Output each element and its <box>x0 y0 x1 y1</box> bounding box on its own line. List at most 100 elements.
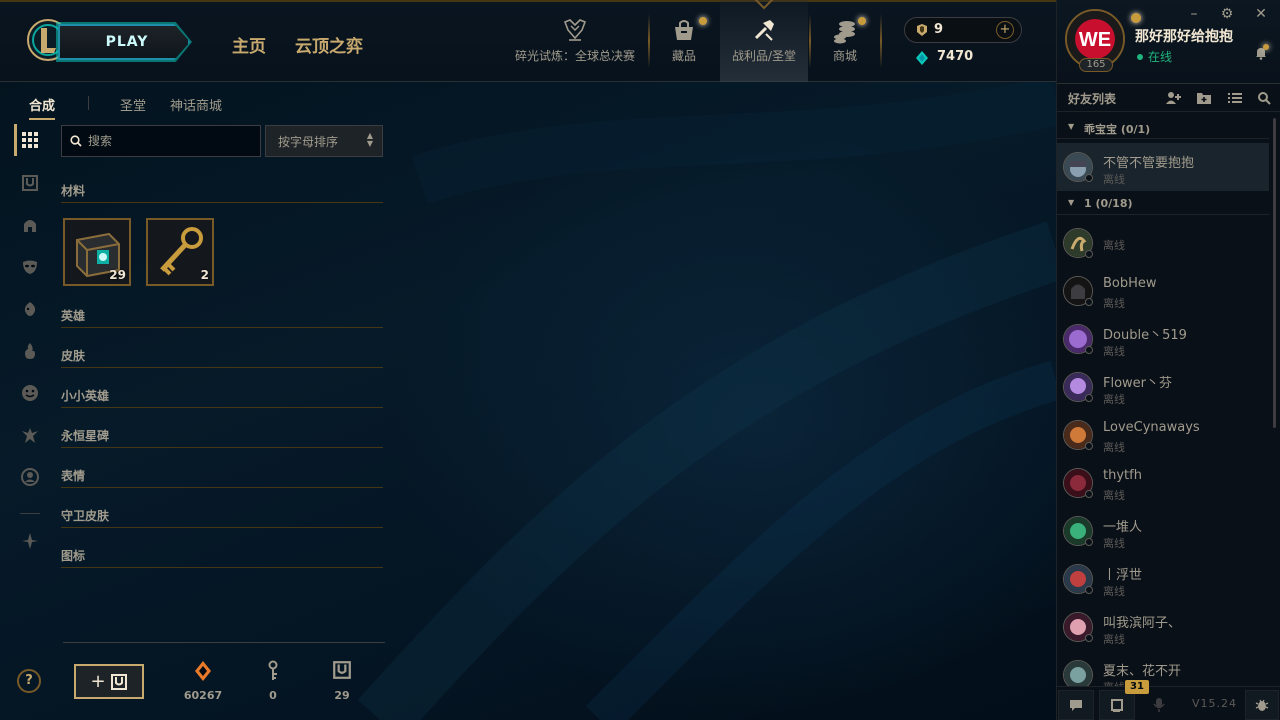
tab-sanctum[interactable]: 圣堂 <box>120 95 146 114</box>
friend-group-header[interactable]: ▼ 1 (0/18) <box>1057 193 1269 215</box>
section-materials: 材料 <box>61 179 383 203</box>
shard-icon <box>22 533 38 549</box>
little-legend-icon <box>24 302 36 316</box>
ward-icon <box>22 428 38 443</box>
grid-icon <box>22 132 38 148</box>
tab-divider <box>88 96 89 110</box>
category-all[interactable] <box>14 124 46 156</box>
search-input[interactable] <box>88 131 256 151</box>
friend-name: 一堆人 <box>1103 520 1143 535</box>
profile-notification-dot <box>1131 13 1141 23</box>
friend-row[interactable]: 叫我滨阿子、 离线 <box>1057 603 1269 651</box>
category-materials-special[interactable] <box>14 525 46 557</box>
level-badge: 165 <box>1079 58 1113 72</box>
loot-item-hextech-key[interactable]: 2 <box>146 218 214 286</box>
list-view-icon[interactable] <box>1227 91 1243 105</box>
friend-name: 丨浮世 <box>1103 568 1143 583</box>
friend-group-header[interactable]: ▼ 乖宝宝 (0/1) <box>1057 117 1269 139</box>
category-eternals[interactable] <box>14 335 46 367</box>
tab-mythic-shop[interactable]: 神话商城 <box>170 95 222 114</box>
friend-name: 叫我滨阿子、 <box>1103 616 1182 631</box>
add-folder-icon[interactable] <box>1196 91 1212 105</box>
friend-row[interactable]: thytfh 离线 <box>1057 459 1269 507</box>
search-field[interactable] <box>61 125 261 157</box>
voice-button[interactable] <box>1141 690 1177 720</box>
tab-craft[interactable]: 合成 <box>29 95 56 120</box>
search-icon <box>70 135 82 147</box>
riot-points-icon <box>917 24 927 36</box>
friend-row[interactable]: Double丶519 离线 <box>1057 315 1269 363</box>
play-button[interactable]: PLAY <box>58 24 190 60</box>
chevron-down-icon: ▼ <box>1068 198 1075 207</box>
loot-item-hextech-chest[interactable]: 29 <box>63 218 131 286</box>
section-skins[interactable]: 皮肤 <box>61 344 383 368</box>
category-little-legends[interactable] <box>14 293 46 325</box>
friend-row[interactable]: 夏末、花不开 离线 <box>1057 651 1269 686</box>
category-champions[interactable] <box>14 209 46 241</box>
bell-notification-dot <box>1263 44 1269 50</box>
section-ward-skins-label: 守卫皮肤 <box>61 509 110 523</box>
friend-group-name: 乖宝宝 (0/1) <box>1084 123 1151 136</box>
sort-value: 按字母排序 <box>278 135 339 149</box>
chat-bubble-icon <box>1070 700 1082 711</box>
section-champions[interactable]: 英雄 <box>61 304 383 328</box>
chest-icon <box>110 673 127 690</box>
category-skins[interactable] <box>14 251 46 283</box>
close-button[interactable]: ✕ <box>1252 6 1270 22</box>
nav-store[interactable]: 商城 <box>816 0 874 82</box>
friend-row[interactable]: Flower丶芬 离线 <box>1057 363 1269 411</box>
nav-collection[interactable]: 藏品 <box>654 0 714 82</box>
friend-row[interactable]: BobHew 离线 <box>1057 267 1269 315</box>
chest-counter: 29 <box>312 660 372 702</box>
add-friend-icon[interactable] <box>1165 91 1181 105</box>
nav-event[interactable]: 碎光试炼：全球总决赛 <box>508 0 642 82</box>
chat-button[interactable] <box>1058 690 1094 720</box>
friend-status: 离线 <box>1103 297 1125 310</box>
nav-divider <box>809 14 811 68</box>
section-little-legends[interactable]: 小小英雄 <box>61 384 383 408</box>
worlds-trophy-icon <box>563 19 587 41</box>
top-navigation-bar: PLAY 主页 云顶之弈 碎光试炼：全球总决赛 藏品 战利品/圣堂 商城 9 +… <box>0 0 1056 82</box>
profile-header: WE 165 那好那好给抱抱 在线 – ⚙ ✕ <box>1057 0 1280 84</box>
help-button[interactable]: ? <box>17 669 41 693</box>
friend-status: 离线 <box>1103 633 1125 646</box>
helmet-icon <box>24 220 36 232</box>
friend-name: Flower丶芬 <box>1103 376 1173 391</box>
friends-scrollbar[interactable] <box>1273 118 1276 428</box>
friend-row[interactable]: LoveCynaways 离线 <box>1057 411 1269 459</box>
nav-tft[interactable]: 云顶之弈 <box>295 32 363 57</box>
section-emotes[interactable]: 表情 <box>61 464 383 488</box>
nav-divider <box>880 14 882 68</box>
settings-gear-icon[interactable]: ⚙ <box>1218 6 1236 22</box>
section-eternals[interactable]: 永恒星碑 <box>61 424 383 448</box>
bug-report-button[interactable] <box>1245 690 1279 720</box>
section-ward-skins[interactable]: 守卫皮肤 <box>61 504 383 528</box>
craft-chest-button[interactable]: + <box>74 664 144 699</box>
section-icons[interactable]: 图标 <box>61 544 383 568</box>
buy-rp-button[interactable]: + <box>996 21 1014 39</box>
summoner-name[interactable]: 那好那好给抱抱 <box>1135 26 1233 46</box>
category-emotes[interactable] <box>14 377 46 409</box>
category-ward-skins[interactable] <box>14 419 46 451</box>
friend-status-dot <box>1085 442 1093 450</box>
search-icon[interactable] <box>1257 91 1273 105</box>
category-icons[interactable] <box>14 461 46 493</box>
friend-status: 离线 <box>1103 585 1125 598</box>
online-status[interactable]: 在线 <box>1137 48 1172 65</box>
missions-icon <box>1111 699 1123 712</box>
collection-notification-dot <box>699 17 707 25</box>
minimize-button[interactable]: – <box>1185 6 1203 22</box>
friend-row[interactable]: 一堆人 离线 <box>1057 507 1269 555</box>
friend-row[interactable]: 丨浮世 离线 <box>1057 555 1269 603</box>
section-materials-label: 材料 <box>61 184 86 198</box>
loot-hammer-icon <box>754 20 774 41</box>
nav-home[interactable]: 主页 <box>232 32 266 57</box>
nav-loot[interactable]: 战利品/圣堂 <box>720 0 808 82</box>
sort-dropdown[interactable]: 按字母排序 ▲ ▼ <box>265 125 383 157</box>
friend-status-dot <box>1085 346 1093 354</box>
friend-row[interactable]: 离线 <box>1057 219 1269 267</box>
missions-button[interactable] <box>1099 690 1135 720</box>
category-chests[interactable] <box>14 167 46 199</box>
client-version: V15.24 <box>1192 697 1238 710</box>
friend-row[interactable]: 不管不管要抱抱 离线 <box>1057 143 1269 191</box>
